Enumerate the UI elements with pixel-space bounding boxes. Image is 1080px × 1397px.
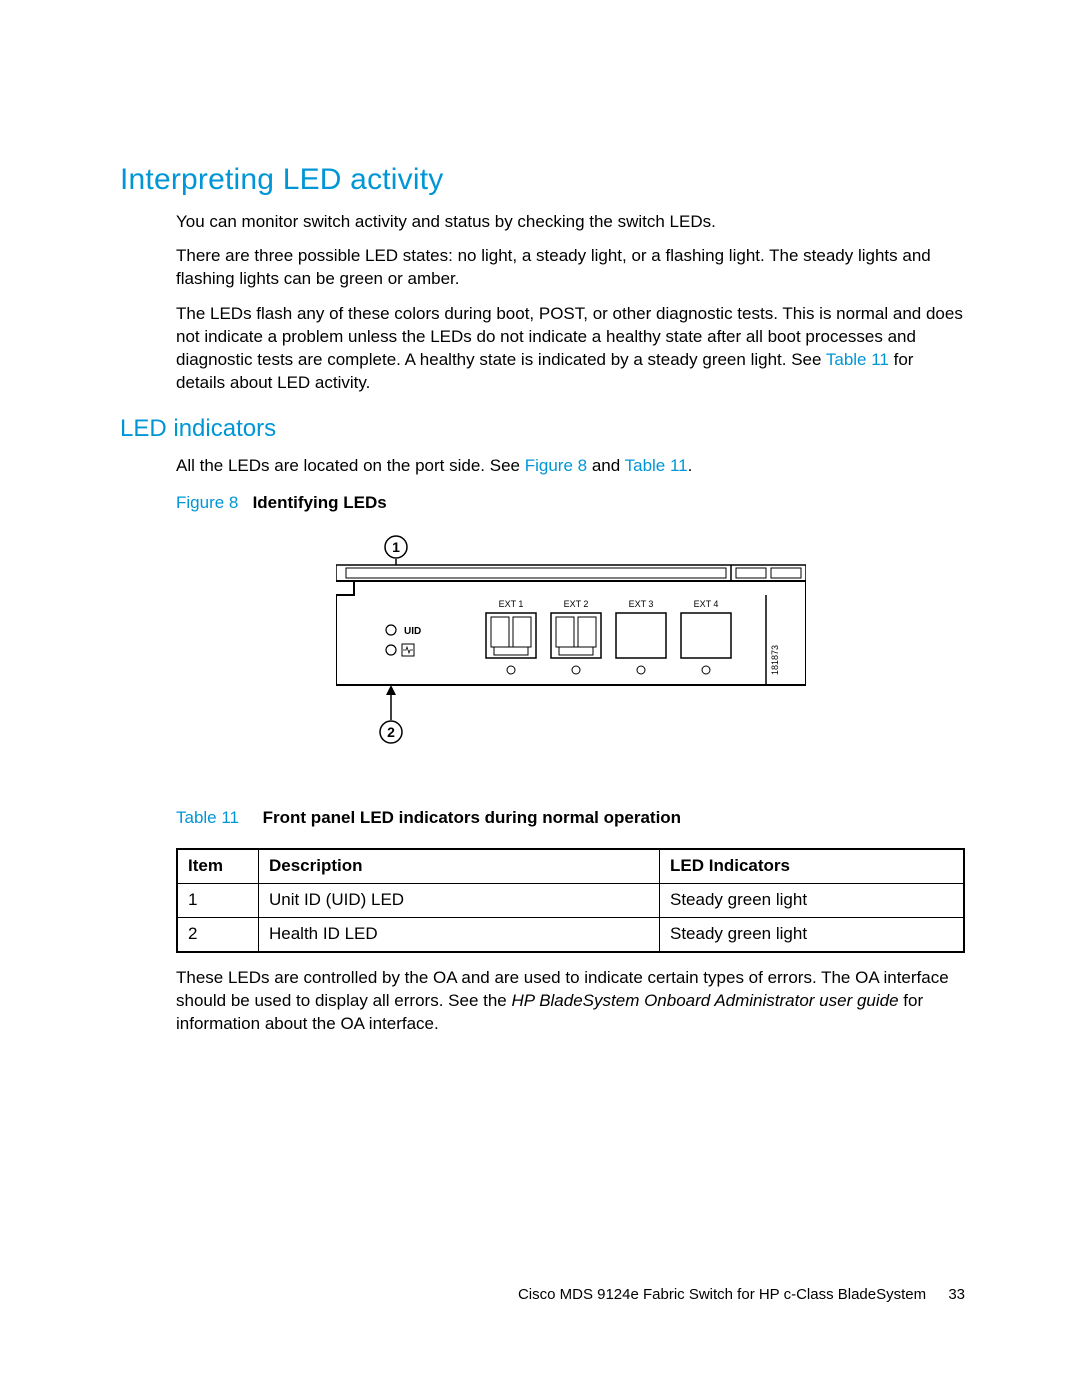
ext1-label: EXT 1 xyxy=(498,599,523,609)
page-content: Interpreting LED activity You can monito… xyxy=(0,0,1080,1036)
callout-2-number: 2 xyxy=(387,724,395,740)
table-title: Front panel LED indicators during normal… xyxy=(263,808,681,827)
paragraph: These LEDs are controlled by the OA and … xyxy=(176,967,965,1036)
figure-label: Figure 8 xyxy=(176,493,238,512)
table-header-row: Item Description LED Indicators xyxy=(177,849,964,883)
th-item: Item xyxy=(177,849,259,883)
part-number: 181873 xyxy=(770,645,780,675)
sfp-ext4 xyxy=(681,613,731,658)
heading-led-indicators: LED indicators xyxy=(120,413,965,445)
th-description: Description xyxy=(259,849,660,883)
cell-ind: Steady green light xyxy=(660,918,965,952)
sfp-ext2 xyxy=(551,613,601,658)
uid-label: UID xyxy=(404,626,421,637)
cell-desc: Unit ID (UID) LED xyxy=(259,884,660,918)
text-run: All the LEDs are located on the port sid… xyxy=(176,456,525,475)
section-body: You can monitor switch activity and stat… xyxy=(176,211,965,396)
paragraph: You can monitor switch activity and stat… xyxy=(176,211,965,234)
table-label: Table 11 xyxy=(176,808,239,827)
xref-table-11[interactable]: Table 11 xyxy=(625,456,688,475)
paragraph: All the LEDs are located on the port sid… xyxy=(176,455,965,478)
page-number: 33 xyxy=(948,1286,965,1303)
ext2-label: EXT 2 xyxy=(563,599,588,609)
ext3-label: EXT 3 xyxy=(628,599,653,609)
switch-diagram: 1 EXT 1 EXT 2 EXT 3 EXT 4 xyxy=(336,535,806,750)
xref-figure-8[interactable]: Figure 8 xyxy=(525,456,587,475)
cell-item: 1 xyxy=(177,884,259,918)
figure-8: 1 EXT 1 EXT 2 EXT 3 EXT 4 xyxy=(176,535,965,757)
page-footer: Cisco MDS 9124e Fabric Switch for HP c-C… xyxy=(518,1285,965,1305)
sfp-ext3 xyxy=(616,613,666,658)
cell-item: 2 xyxy=(177,918,259,952)
sfp-ext1 xyxy=(486,613,536,658)
led-table: Item Description LED Indicators 1 Unit I… xyxy=(176,848,965,953)
subsection-body: All the LEDs are located on the port sid… xyxy=(176,455,965,1035)
ext4-label: EXT 4 xyxy=(693,599,718,609)
callout-1-number: 1 xyxy=(392,539,400,555)
figure-caption: Figure 8 Identifying LEDs xyxy=(176,492,965,515)
paragraph: There are three possible LED states: no … xyxy=(176,245,965,291)
callout-2: 2 xyxy=(380,685,402,743)
heading-interpreting-led-activity: Interpreting LED activity xyxy=(120,160,965,201)
uid-led xyxy=(386,625,396,635)
th-indicators: LED Indicators xyxy=(660,849,965,883)
table-row: 2 Health ID LED Steady green light xyxy=(177,918,964,952)
paragraph: The LEDs flash any of these colors durin… xyxy=(176,303,965,395)
footer-title: Cisco MDS 9124e Fabric Switch for HP c-C… xyxy=(518,1286,926,1303)
text-run: . xyxy=(688,456,693,475)
table-caption: Table 11 Front panel LED indicators duri… xyxy=(176,807,965,830)
health-led xyxy=(386,645,396,655)
text-run: and xyxy=(587,456,625,475)
table-row: 1 Unit ID (UID) LED Steady green light xyxy=(177,884,964,918)
figure-title: Identifying LEDs xyxy=(253,493,387,512)
cell-desc: Health ID LED xyxy=(259,918,660,952)
book-title: HP BladeSystem Onboard Administrator use… xyxy=(511,991,898,1010)
cell-ind: Steady green light xyxy=(660,884,965,918)
xref-table-11[interactable]: Table 11 xyxy=(826,350,889,369)
